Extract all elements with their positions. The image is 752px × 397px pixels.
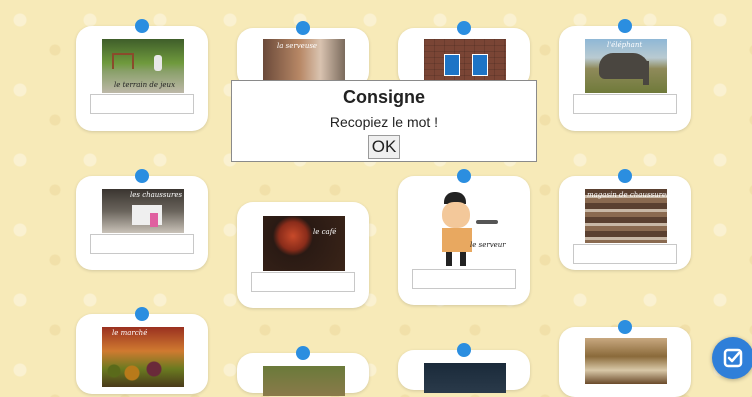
photo-caption: les chaussures [130,191,183,199]
pin-icon [457,343,471,357]
card-chaussures: les chaussures [76,169,208,270]
pin-icon [618,19,632,33]
answer-input[interactable] [90,94,194,114]
photo-caption: le serveur [470,241,506,249]
pin-icon [296,21,310,35]
photo-caption: l'éléphant [607,41,643,49]
photo-toilettes [424,39,506,80]
answer-input[interactable] [90,234,194,254]
pin-icon [457,21,471,35]
card-cafe: le café [237,202,369,308]
photo-cafe: le café [263,216,345,271]
pin-icon [618,320,632,334]
check-answers-button[interactable] [712,337,752,379]
photo-row3-4 [585,338,667,384]
dialog-message: Recopiez le mot ! [329,114,439,130]
dialog-title: Consigne [342,87,425,107]
photo-caption: la serveuse [277,42,318,50]
card-row3-3 [398,343,530,393]
photo-terrain-de-jeux: le terrain de jeux [102,39,184,93]
instruction-dialog: Consigne Recopiez le mot ! OK [231,80,537,162]
card-magasin-de-chaussures: magasin de chaussures [559,169,691,270]
pin-icon [618,169,632,183]
photo-row3-2 [263,366,345,396]
answer-input[interactable] [251,272,355,292]
photo-caption: le marché [112,329,148,337]
photo-row3-3 [424,363,506,393]
photo-elephant: l'éléphant [585,39,667,93]
photo-caption: le café [313,228,337,236]
card-elephant: l'éléphant [559,19,691,131]
photo-magasin-de-chaussures: magasin de chaussures [585,189,667,243]
card-marche: le marché [76,307,208,394]
answer-input[interactable] [412,269,516,289]
card-toilettes [398,21,530,88]
ok-button[interactable]: OK [367,135,401,159]
card-terrain-de-jeux: le terrain de jeux [76,19,208,131]
pin-icon [296,346,310,360]
photo-caption: magasin de chaussures [587,191,667,199]
photo-serveuse: la serveuse [263,39,345,80]
pin-icon [135,169,149,183]
pin-icon [135,19,149,33]
pin-icon [135,307,149,321]
photo-caption: le terrain de jeux [114,81,176,89]
check-icon [723,348,743,368]
card-serveuse: la serveuse [237,21,369,88]
card-serveur: le serveur [398,169,530,305]
photo-serveur: le serveur [424,186,506,270]
photo-chaussures: les chaussures [102,189,184,233]
answer-input[interactable] [573,244,677,264]
card-row3-4 [559,320,691,397]
card-row3-2 [237,346,369,396]
pin-icon [457,169,471,183]
answer-input[interactable] [573,94,677,114]
photo-marche: le marché [102,327,184,387]
